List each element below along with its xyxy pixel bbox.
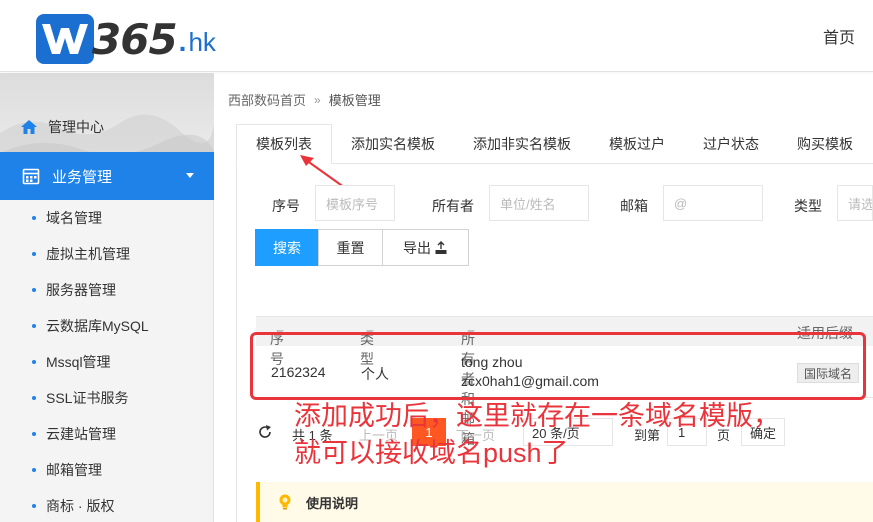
type-label: 类型 (794, 198, 822, 214)
tab-buy-template[interactable]: 购买模板 (778, 124, 872, 164)
bullet-icon (32, 360, 36, 364)
owner-label: 所有者 (432, 198, 474, 214)
home-icon (21, 120, 37, 134)
sidebar-item-mail[interactable]: 邮箱管理 (0, 452, 214, 488)
sidebar-item-business[interactable]: 业务管理 (0, 152, 214, 200)
bullet-icon (32, 432, 36, 436)
annotation-line-2: 就可以接收域名push了 (294, 438, 569, 468)
sidebar-item-label: 商标 · 版权 (46, 498, 115, 514)
cell-type: 个人 (361, 366, 389, 382)
usage-notice: 使用说明 (256, 482, 873, 522)
cell-email: zcx0hah1@gmail.com (461, 373, 599, 389)
breadcrumb: 西部数码首页 » 模板管理 (228, 90, 381, 109)
logo-suffix: hk (188, 27, 216, 57)
tab-add-non-realname[interactable]: 添加非实名模板 (454, 124, 590, 164)
bullet-icon (32, 216, 36, 220)
table-row[interactable]: 2162324 个人 tong zhou zcx0hah1@gmail.com … (256, 346, 873, 398)
sidebar-item-label: 云建站管理 (46, 426, 116, 442)
sidebar-item-domain[interactable]: 域名管理 (0, 200, 214, 236)
bullet-icon (32, 396, 36, 400)
col-type[interactable]: 类型 (360, 323, 374, 367)
cell-id: 2162324 (271, 364, 326, 380)
col-suffix: 适用后缀 (797, 325, 853, 341)
export-button[interactable]: 导出 (382, 229, 469, 266)
sidebar: 管理中心 业务管理 域名管理 虚拟主机管理 服务器管理 云数据库MySQL Ms… (0, 73, 214, 522)
sidebar-item-label: 邮箱管理 (46, 462, 102, 478)
action-buttons: 搜索 重置 导出 (255, 229, 469, 266)
logo-w-icon (36, 14, 94, 64)
id-input[interactable]: 模板序号 (315, 185, 395, 221)
tab-transfer-status[interactable]: 过户状态 (684, 124, 778, 164)
owner-input[interactable]: 单位/姓名 (489, 185, 589, 221)
sidebar-item-site-builder[interactable]: 云建站管理 (0, 416, 214, 452)
bullet-icon (32, 252, 36, 256)
annotation-line-1: 添加成功后，这里就存在一条域名模版， (294, 401, 780, 431)
sidebar-item-vhost[interactable]: 虚拟主机管理 (0, 236, 214, 272)
bullet-icon (32, 288, 36, 292)
bullet-icon (32, 504, 36, 508)
col-id[interactable]: 序号 (270, 323, 284, 367)
sidebar-item-label: 域名管理 (46, 210, 102, 226)
sidebar-item-label: 服务器管理 (46, 282, 116, 298)
reset-button[interactable]: 重置 (318, 229, 383, 266)
annotation-text: 添加成功后，这里就存在一条域名模版， 就可以接收域名push了 (294, 398, 854, 472)
email-label: 邮箱 (620, 198, 648, 214)
sidebar-item-label: 虚拟主机管理 (46, 246, 130, 262)
sidebar-item-mgmt-center[interactable]: 管理中心 (0, 109, 214, 145)
sidebar-item-label: 业务管理 (52, 168, 113, 186)
breadcrumb-separator: » (314, 92, 321, 107)
email-input[interactable]: @ (663, 185, 763, 221)
logo-number: 365 (92, 15, 178, 64)
caret-down-icon (186, 173, 194, 178)
suffix-badge: 国际域名 (797, 363, 860, 383)
sidebar-item-server[interactable]: 服务器管理 (0, 272, 214, 308)
home-link[interactable]: 首页 (823, 24, 855, 48)
col-owner[interactable]: 所有者和邮箱 (461, 323, 475, 447)
sidebar-item-mysql[interactable]: 云数据库MySQL (0, 308, 214, 344)
type-select[interactable]: 请选 (837, 185, 873, 221)
calendar-icon (22, 168, 40, 185)
bullet-icon (32, 468, 36, 472)
id-label: 序号 (272, 198, 300, 214)
tab-transfer[interactable]: 模板过户 (590, 124, 684, 164)
bullet-icon (32, 324, 36, 328)
top-header: 365 . hk 首页 (0, 0, 873, 72)
logo[interactable]: 365 . hk (36, 12, 216, 64)
breadcrumb-root[interactable]: 西部数码首页 (228, 90, 306, 109)
sidebar-submenu: 域名管理 虚拟主机管理 服务器管理 云数据库MySQL Mssql管理 SSL证… (0, 200, 214, 522)
sidebar-item-label: 云数据库MySQL (46, 318, 149, 334)
sidebar-item-label: SSL证书服务 (46, 390, 129, 406)
logo-dot: . (178, 26, 187, 57)
sidebar-item-trademark[interactable]: 商标 · 版权 (0, 488, 214, 522)
export-label: 导出 (403, 239, 431, 256)
sidebar-item-mssql[interactable]: Mssql管理 (0, 344, 214, 380)
refresh-icon[interactable] (256, 423, 274, 441)
cell-owner: tong zhou (461, 354, 523, 370)
lightbulb-icon (279, 494, 291, 510)
breadcrumb-current: 模板管理 (328, 93, 381, 108)
sidebar-item-label: Mssql管理 (46, 354, 111, 370)
sidebar-item-label: 管理中心 (48, 119, 104, 135)
sidebar-item-ssl[interactable]: SSL证书服务 (0, 380, 214, 416)
export-icon (435, 240, 447, 254)
notice-title: 使用说明 (306, 495, 359, 511)
table-header: 序号 类型 所有者和邮箱 适用后缀 (256, 316, 873, 447)
search-button[interactable]: 搜索 (255, 229, 319, 266)
